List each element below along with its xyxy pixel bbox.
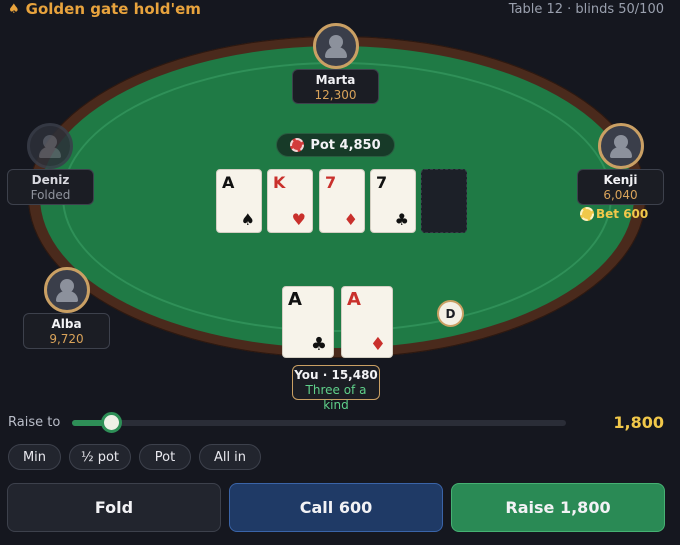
raise-value: 1,800 [613,413,664,432]
player-name: Marta [315,73,356,87]
card-rank: 7 [325,173,337,192]
board-card-1: A ♠ [216,169,262,233]
chip-icon [580,207,594,221]
preset-all-in-button[interactable]: All in [199,444,261,470]
card-suit: ♦ [369,334,386,355]
app-title: ♠ Golden gate hold'em [8,0,201,18]
player-name: Alba [51,317,82,331]
player-status: Folded [30,188,71,202]
seat-marta[interactable]: Marta 12,300 [292,69,379,104]
avatar-kenji[interactable] [598,123,644,169]
player-chips: 12,300 [314,88,357,102]
card-suit: ♣ [394,210,409,229]
avatar-body [56,291,78,302]
raise-slider-thumb[interactable] [101,412,123,433]
pot-amount: Pot 4,850 [310,137,381,153]
card-rank: A [288,289,302,310]
pot: Pot 4,850 [276,133,395,157]
call-button[interactable]: Call 600 [229,483,443,532]
player-name: Deniz [31,173,70,187]
card-rank: K [273,173,286,192]
avatar-deniz[interactable] [27,123,73,169]
avatar-body [325,47,347,58]
board-card-2: K ♥ [267,169,313,233]
card-suit: ♦ [343,210,358,229]
seat-kenji[interactable]: Kenji 6,040 [577,169,664,205]
player-chips: 6,040 [603,188,638,202]
card-rank: A [347,289,361,310]
card-suit: ♣ [310,334,327,355]
kenji-bet: Bet 600 [580,207,648,221]
avatar-body [39,147,61,158]
avatar-marta[interactable] [313,23,359,69]
card-suit: ♠ [240,210,255,229]
bet-amount: Bet 600 [596,207,649,221]
dealer-button: D [437,300,464,327]
chip-icon [290,138,305,152]
fold-button[interactable]: Fold [7,483,221,532]
avatar-body [610,147,632,158]
board-card-empty [421,169,467,233]
preset-half-pot-button[interactable]: ½ pot [69,444,131,470]
raise-button[interactable]: Raise 1,800 [451,483,665,532]
app-title-text: Golden gate hold'em [25,0,201,18]
player-name: Kenji [603,173,638,187]
card-suit: ♥ [291,210,306,229]
hero-nameplate: You · 15,480 Three of a kind [292,365,380,412]
hero-card-2: A ♦ [341,286,393,358]
header: ♠ Golden gate hold'em Table 12 · blinds … [0,0,680,20]
player-chips: 9,720 [49,332,84,346]
table-info: Table 12 · blinds 50/100 [508,2,664,17]
hero-label: You · 15,480 [294,368,378,382]
avatar-alba[interactable] [44,267,90,313]
raise-slider-track[interactable] [72,420,566,426]
spade-icon: ♠ [8,1,20,17]
hand-name: Three of a kind [305,383,367,412]
card-rank: 7 [376,173,388,192]
preset-pot-button[interactable]: Pot [139,444,191,470]
board-card-3: 7 ♦ [319,169,365,233]
hero-card-1: A ♣ [282,286,334,358]
seat-alba[interactable]: Alba 9,720 [23,313,110,349]
board-card-4: 7 ♣ [370,169,416,233]
raise-label: Raise to [8,415,61,430]
preset-min-button[interactable]: Min [8,444,61,470]
card-rank: A [222,173,235,192]
seat-deniz[interactable]: Deniz Folded [7,169,94,205]
